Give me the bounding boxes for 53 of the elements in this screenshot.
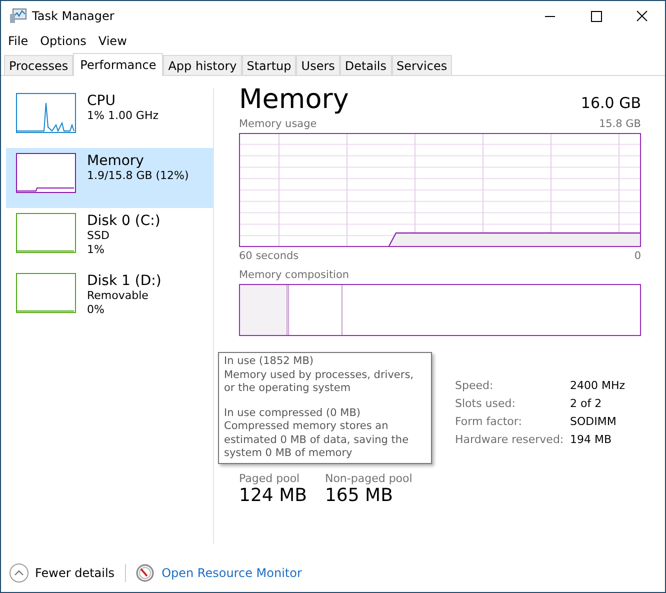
sidebar-item-detail: Removable — [87, 289, 150, 303]
sidebar-item-detail: 1% — [87, 243, 106, 257]
spec-label: Hardware reserved: — [455, 432, 565, 448]
spec-value: 194 MB — [570, 432, 613, 448]
sidebar-item[interactable]: Disk 0 (C:) SSD 1% — [6, 208, 213, 268]
menu-item[interactable]: View — [98, 34, 127, 48]
tooltip-heading: In use compressed (0 MB) — [224, 406, 362, 420]
stat-label: Non-paged pool — [324, 472, 412, 485]
menu-item[interactable]: File — [8, 34, 28, 48]
resource-monitor-link[interactable]: Open Resource Monitor — [162, 566, 302, 580]
sidebar-item-detail: 1% 1.00 GHz — [87, 109, 159, 123]
panel-title: Memory — [239, 84, 349, 115]
tab[interactable]: Details — [340, 55, 392, 75]
axis-label: 60 seconds — [239, 250, 299, 263]
tooltip-text: Compressed memory stores an estimated 0 MB of data, saving the system 0 MB of memory — [224, 420, 410, 460]
spec-label: Slots used: — [455, 396, 516, 412]
tab[interactable]: Services — [392, 55, 452, 75]
tooltip-text: Memory used by processes, drivers, or the operating system — [224, 368, 414, 396]
chevron-up-icon — [9, 563, 29, 583]
axis-label: 0 — [634, 250, 641, 263]
sidebar-item-title: Disk 0 (C:) — [87, 213, 160, 229]
tab[interactable]: Startup — [242, 55, 296, 75]
spec-label: Speed: — [455, 378, 494, 394]
sidebar-item-detail: 1.9/15.8 GB (12%) — [87, 169, 189, 183]
sidebar-item-detail: 0% — [87, 303, 106, 317]
tooltip-heading: In use (1852 MB) — [224, 355, 315, 368]
sidebar-item-title: Disk 1 (D:) — [87, 273, 162, 289]
menu-item[interactable]: Options — [40, 34, 86, 48]
sidebar-item-title: Memory — [87, 153, 145, 169]
sidebar-item-detail: SSD — [87, 229, 110, 243]
tab[interactable]: Users — [296, 55, 340, 75]
sidebar-item[interactable]: CPU 1% 1.00 GHz — [6, 88, 213, 148]
tab[interactable]: Performance — [73, 53, 164, 76]
sidebar-item-title: CPU — [87, 93, 116, 109]
tab[interactable]: Processes — [4, 55, 74, 75]
spec-label: Form factor: — [455, 414, 523, 430]
gauge-icon — [136, 564, 154, 582]
spec-value: 2400 MHz — [570, 378, 626, 394]
tab[interactable]: App history — [163, 55, 242, 75]
graph-label: Memory composition — [239, 269, 350, 282]
graph-label: Memory usage — [239, 118, 317, 131]
spec-value: 2 of 2 — [570, 396, 603, 412]
window-title: Task Manager — [32, 9, 116, 23]
graph-max-label: 15.8 GB — [598, 118, 641, 131]
spec-value: SODIMM — [570, 414, 618, 430]
app-icon — [9, 8, 27, 24]
stat-label: Paged pool — [239, 472, 301, 485]
fewer-details-button[interactable]: Fewer details — [9, 563, 115, 583]
sidebar-item[interactable]: Memory 1.9/15.8 GB (12%) — [6, 148, 213, 208]
stat-value: 165 MB — [324, 485, 394, 506]
stat-value: 124 MB — [239, 485, 307, 506]
total-memory: 16.0 GB — [580, 94, 641, 112]
sidebar-item[interactable]: Disk 1 (D:) Removable 0% — [6, 268, 213, 328]
